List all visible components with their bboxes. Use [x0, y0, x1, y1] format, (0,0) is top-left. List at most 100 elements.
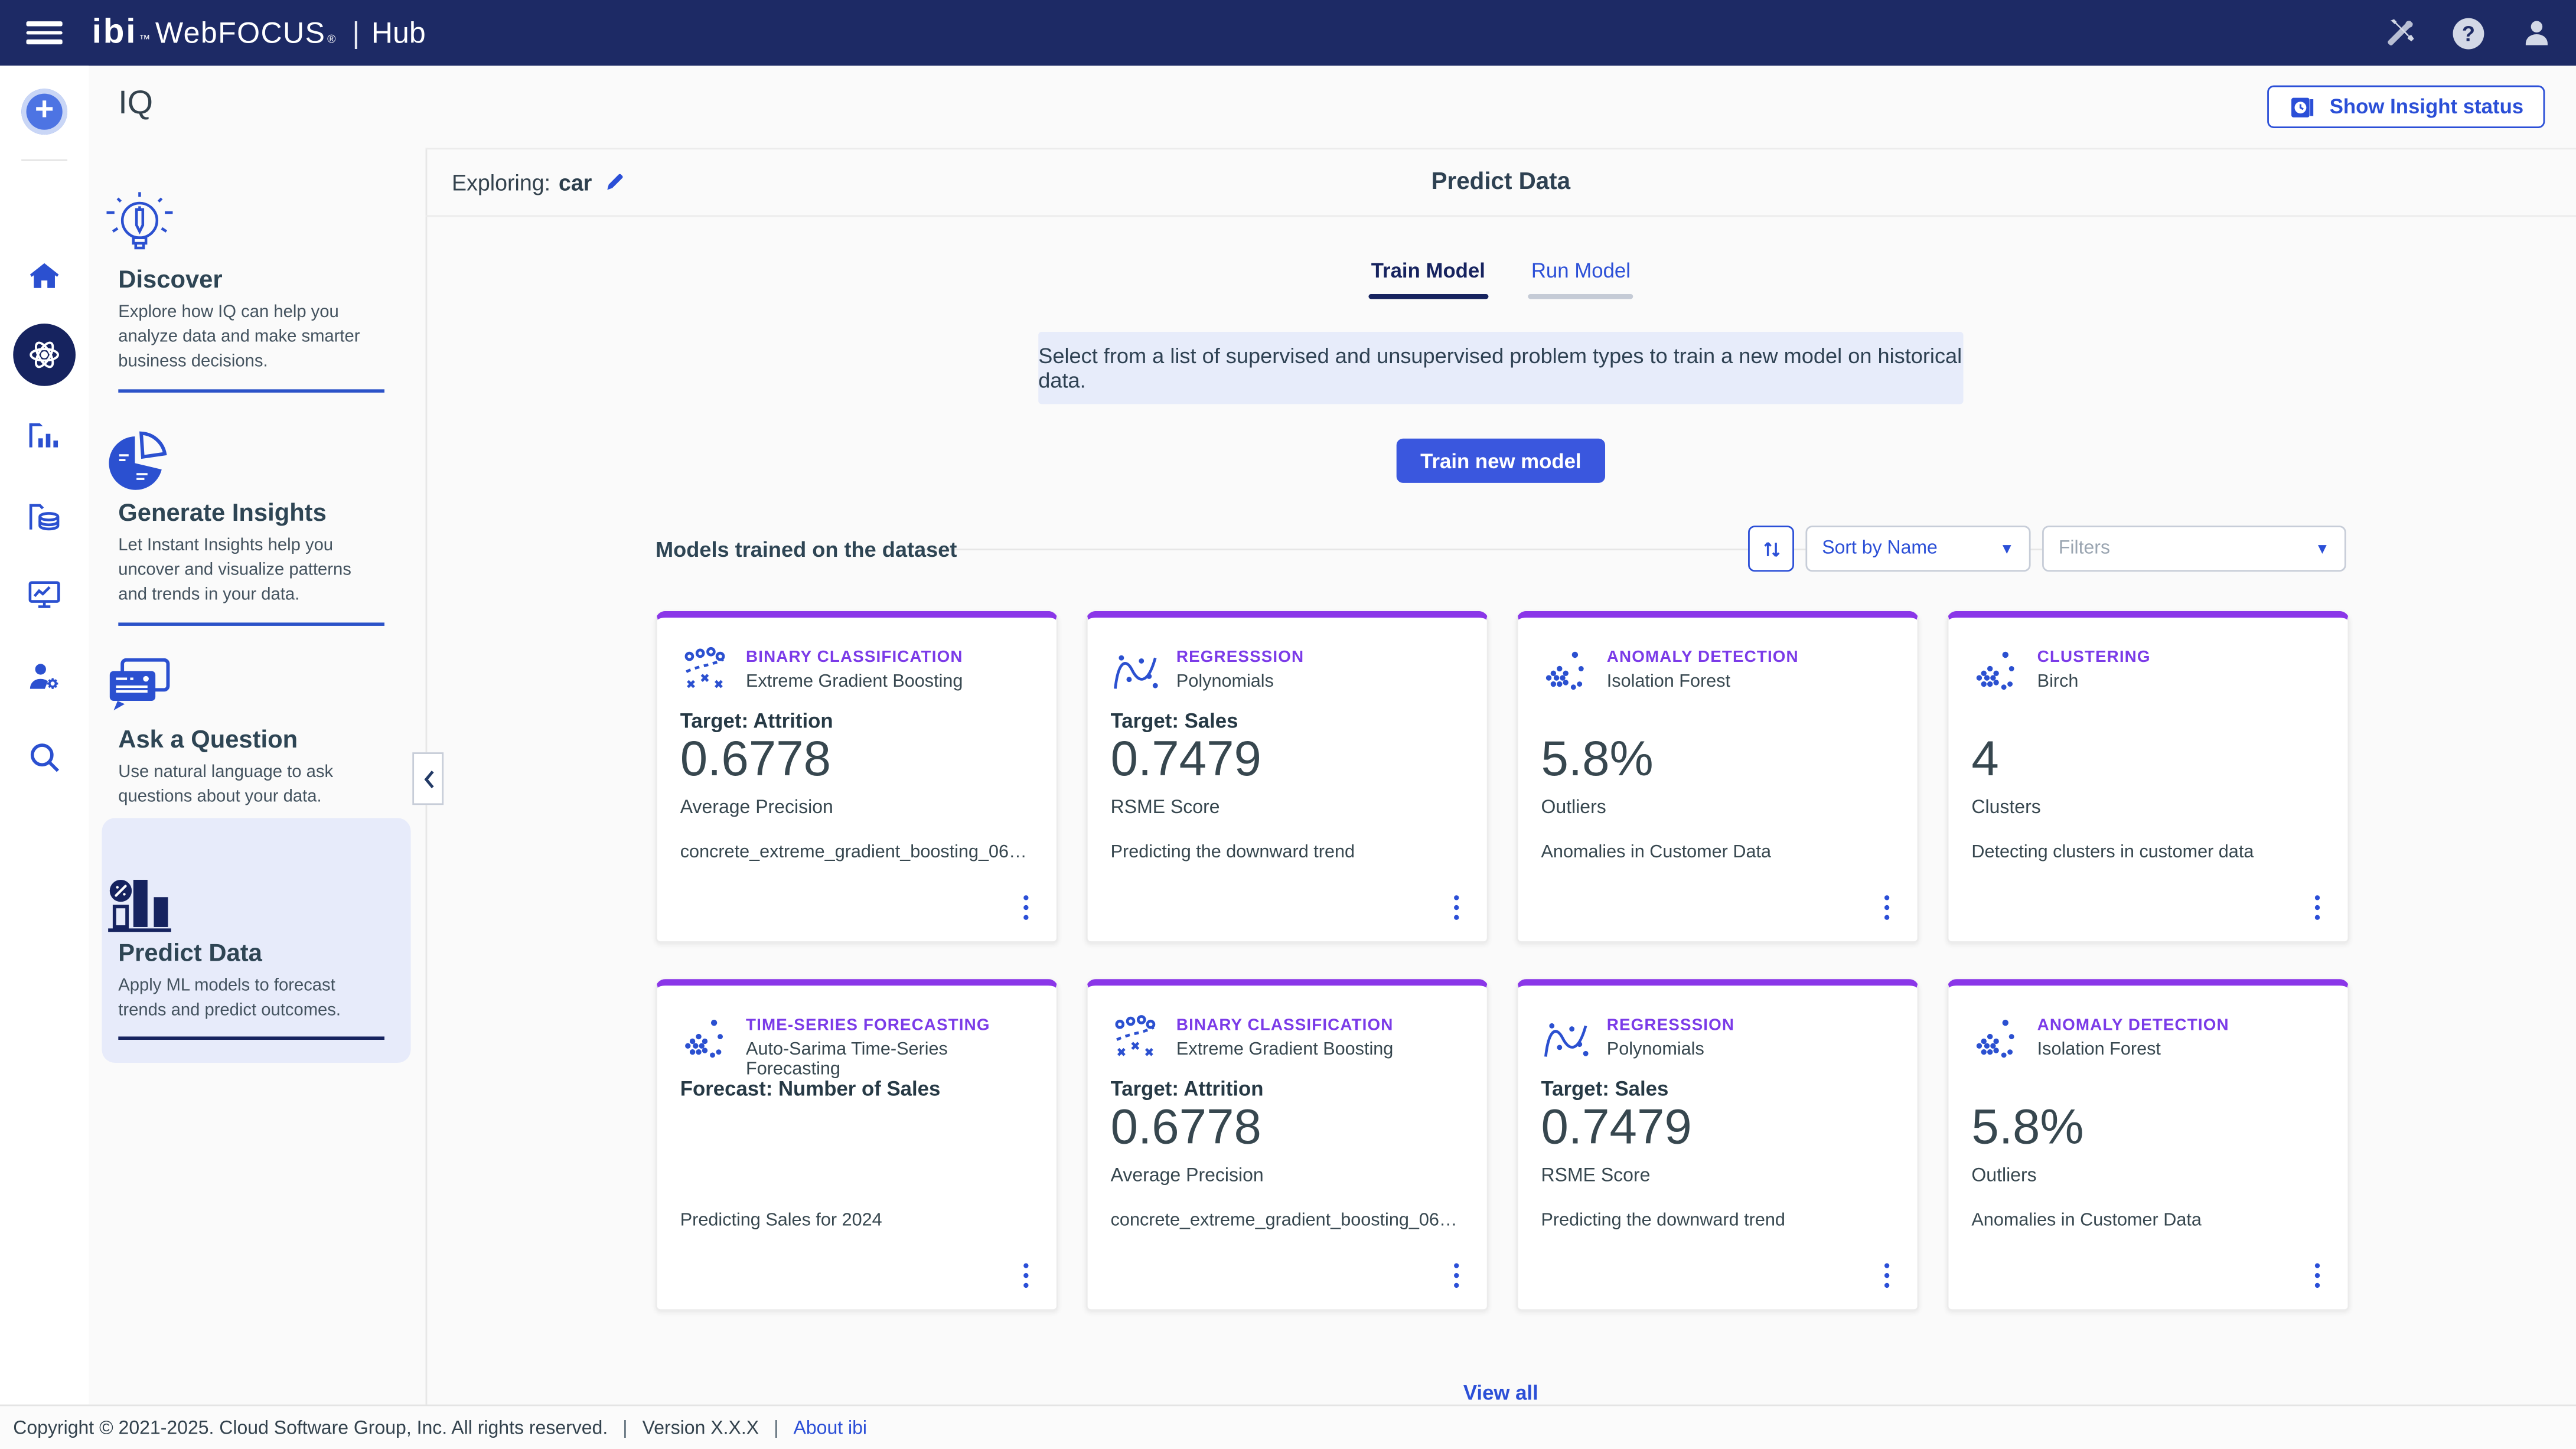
data-icon[interactable] [0, 500, 89, 536]
model-card[interactable]: BINARY CLASSIFICATION Extreme Gradient B… [656, 611, 1058, 943]
brand-logo: ibi ™ WebFOCUS ® | Hub [92, 13, 426, 53]
sidebar-item-discover[interactable]: Discover Explore how IQ can help you ana… [102, 161, 410, 392]
model-metric-label: Outliers [1971, 1166, 2036, 1186]
model-card[interactable]: TIME-SERIES FORECASTING Auto-Sarima Time… [656, 979, 1058, 1311]
generate-insights-icon [102, 424, 410, 500]
tab-inactive-underline [1528, 294, 1633, 299]
model-card[interactable]: REGRESSSION Polynomials Target: Sales 0.… [1086, 611, 1489, 943]
model-metric-value: 5.8% [1971, 1101, 2083, 1157]
model-algorithm: Isolation Forest [1607, 672, 1799, 691]
regression-icon [1111, 645, 1160, 694]
explore-bar: Exploring: car Predict Data [426, 148, 2576, 217]
model-card[interactable]: BINARY CLASSIFICATION Extreme Gradient B… [1086, 979, 1489, 1311]
about-ibi-link[interactable]: About ibi [794, 1418, 868, 1438]
model-card[interactable]: ANOMALY DETECTION Isolation Forest 5.8% … [1947, 979, 2350, 1311]
help-icon[interactable]: ? [2453, 17, 2484, 48]
card-menu-button[interactable] [2309, 889, 2324, 925]
model-algorithm: Extreme Gradient Boosting [1176, 1040, 1394, 1059]
sidebar-item-generate-insights[interactable]: Generate Insights Let Instant Insights h… [102, 394, 410, 625]
ibi-logo: ibi [92, 13, 138, 53]
model-target: Target: Attrition [1111, 1078, 1264, 1101]
sidebar-item-title: Generate Insights [118, 500, 410, 527]
discover-icon [102, 191, 410, 266]
models-section-title: Models trained on the dataset [656, 536, 970, 561]
create-new-button[interactable]: + [21, 89, 67, 135]
tab-train-model[interactable]: Train Model [1368, 260, 1488, 299]
user-account-icon[interactable] [2520, 17, 2554, 50]
regression-icon [1541, 1013, 1590, 1062]
train-new-model-button[interactable]: Train new model [1395, 439, 1606, 483]
sidebar-item-predict-data[interactable]: Predict Data Apply ML models to forecast… [102, 818, 410, 1063]
model-category: REGRESSSION [1176, 645, 1304, 667]
brand-separator: | [352, 17, 360, 51]
model-category: CLUSTERING [2037, 645, 2151, 667]
model-metric-value: 0.7479 [1541, 1101, 1692, 1157]
model-description: Predicting the downward trend [1111, 843, 1468, 862]
tab-run-model-label: Run Model [1528, 260, 1633, 294]
model-card[interactable]: ANOMALY DETECTION Isolation Forest 5.8% … [1517, 611, 1919, 943]
sidebar-item-description: Explore how IQ can help you analyze data… [118, 301, 384, 376]
model-description: concrete_extreme_gradient_boosting_06_18… [680, 843, 1037, 862]
card-menu-button[interactable] [1448, 889, 1463, 925]
card-menu-button[interactable] [2309, 1258, 2324, 1293]
model-metric-label: RSME Score [1111, 798, 1220, 818]
model-metric-label: Outliers [1541, 798, 1606, 818]
card-menu-button[interactable] [1879, 889, 1894, 925]
iq-nav-icon[interactable] [13, 324, 76, 386]
models-header-row: Models trained on the dataset Sort by Na… [656, 527, 2346, 570]
sidebar-item-title: Ask a Question [118, 726, 410, 754]
chevron-down-icon: ▼ [1983, 540, 2014, 557]
page-title: IQ [118, 86, 153, 123]
model-card[interactable]: CLUSTERING Birch 4 Clusters Detecting cl… [1947, 611, 2350, 943]
tab-run-model[interactable]: Run Model [1528, 260, 1633, 299]
model-description: Predicting Sales for 2024 [680, 1210, 1037, 1230]
menu-icon[interactable] [27, 21, 63, 44]
dashboards-icon[interactable] [0, 576, 89, 612]
model-metric-value: 0.6778 [680, 733, 831, 789]
sidebar-item-description: Let Instant Insights help you uncover an… [118, 534, 384, 609]
card-menu-button[interactable] [1018, 1258, 1033, 1293]
footer-separator: | [774, 1418, 778, 1438]
binary-classification-icon [1111, 1013, 1160, 1062]
anomaly-detection-icon [1971, 1013, 2020, 1062]
sidebar-item-description: Use natural language to ask questions ab… [118, 761, 384, 811]
model-algorithm: Polynomials [1607, 1040, 1734, 1059]
model-category: REGRESSSION [1607, 1013, 1734, 1034]
workspaces-icon[interactable] [0, 417, 89, 453]
admin-tools-icon[interactable] [2384, 17, 2417, 50]
sort-direction-button[interactable] [1748, 526, 1794, 572]
search-icon[interactable] [0, 739, 89, 775]
sidebar-item-ask-a-question[interactable]: Ask a Question Use natural language to a… [102, 621, 410, 827]
model-description: Anomalies in Customer Data [1541, 843, 1898, 862]
show-insight-status-button[interactable]: Show Insight status [2267, 86, 2545, 128]
model-algorithm: Polynomials [1176, 672, 1304, 691]
tab-train-model-label: Train Model [1368, 260, 1488, 294]
predict-data-icon [102, 864, 410, 939]
tm-mark: ™ [139, 34, 150, 45]
model-metric-value: 0.6778 [1111, 1101, 1261, 1157]
model-description: Anomalies in Customer Data [1971, 1210, 2328, 1230]
version-text: Version X.X.X [643, 1418, 759, 1438]
model-category: TIME-SERIES FORECASTING [746, 1013, 1044, 1034]
card-menu-button[interactable] [1879, 1258, 1894, 1293]
user-management-icon[interactable] [0, 659, 89, 695]
time-series-forecasting-icon [680, 1013, 729, 1062]
card-menu-button[interactable] [1448, 1258, 1463, 1293]
view-all-link[interactable]: View all [656, 1382, 2346, 1405]
home-icon[interactable] [0, 258, 89, 294]
card-menu-button[interactable] [1018, 889, 1033, 925]
model-card[interactable]: REGRESSSION Polynomials Target: Sales 0.… [1517, 979, 1919, 1311]
show-insight-status-label: Show Insight status [2330, 95, 2523, 118]
model-metric-label: Average Precision [1111, 1166, 1264, 1186]
model-algorithm: Extreme Gradient Boosting [746, 672, 963, 691]
filters-placeholder: Filters [2059, 539, 2110, 558]
model-algorithm: Isolation Forest [2037, 1040, 2229, 1059]
model-algorithm: Birch [2037, 672, 2151, 691]
iq-sidebar: Discover Explore how IQ can help you ana… [89, 148, 427, 1404]
app-window: ibi ™ WebFOCUS ® | Hub ? IQ Show Insight… [0, 0, 2576, 1449]
model-metric-value: 5.8% [1541, 733, 1654, 789]
filters-dropdown[interactable]: Filters ▼ [2042, 526, 2346, 572]
ask-a-question-icon [102, 651, 410, 726]
hub-label: Hub [371, 17, 426, 51]
sort-by-dropdown[interactable]: Sort by Name ▼ [1805, 526, 2030, 572]
